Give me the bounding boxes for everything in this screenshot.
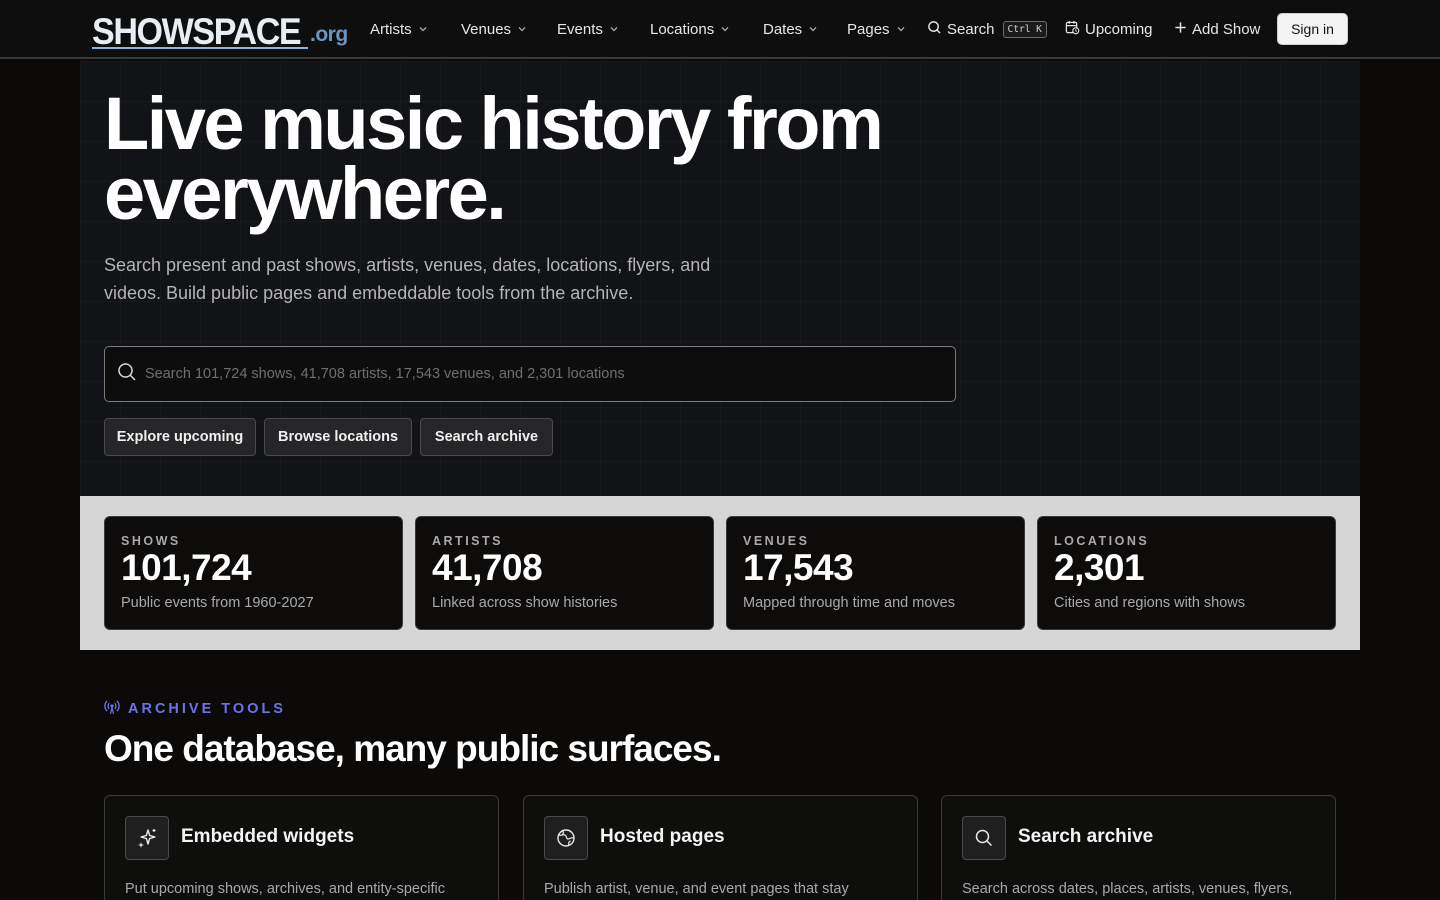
- top-navigation: SHOWSPACE .org Artists Venues Events Loc…: [0, 0, 1440, 59]
- eyebrow-label: ARCHIVE TOOLS: [128, 701, 286, 717]
- tool-description: Publish artist, venue, and event pages t…: [544, 881, 849, 897]
- stat-label: VENUES: [743, 534, 810, 548]
- stats-band: SHOWS 101,724 Public events from 1960-20…: [80, 496, 1360, 650]
- stat-value: 17,543: [743, 547, 854, 588]
- stat-label: ARTISTS: [432, 534, 503, 548]
- tool-description: Search across dates, places, artists, ve…: [962, 881, 1293, 897]
- chevron-down-icon: [720, 24, 730, 34]
- calendar-clock-icon: [1065, 20, 1080, 39]
- nav-pages-label: Pages: [847, 20, 890, 38]
- nav-upcoming-label: Upcoming: [1085, 20, 1153, 38]
- nav-search-label: Search: [947, 20, 995, 38]
- stat-card-venues: VENUES 17,543 Mapped through time and mo…: [726, 516, 1025, 630]
- hero-section: Live music history from everywhere. Sear…: [80, 61, 1360, 496]
- tool-card-embedded-widgets[interactable]: Embedded widgets Put upcoming shows, arc…: [104, 795, 499, 900]
- sparkles-icon: [125, 816, 169, 860]
- stat-description: Cities and regions with shows: [1054, 595, 1246, 611]
- stat-label: SHOWS: [121, 534, 181, 548]
- nav-events-label: Events: [557, 20, 603, 38]
- nav-locations[interactable]: Locations: [650, 18, 730, 40]
- hero-subtitle: Search present and past shows, artists, …: [104, 255, 711, 303]
- chevron-down-icon: [609, 24, 619, 34]
- nav-artists[interactable]: Artists: [370, 18, 428, 40]
- archive-tools-eyebrow: ARCHIVE TOOLS: [104, 699, 286, 719]
- nav-dates-label: Dates: [763, 20, 803, 38]
- search-icon: [117, 362, 137, 387]
- tool-card-search-archive[interactable]: Search archive Search across dates, plac…: [941, 795, 1336, 900]
- stat-card-artists: ARTISTS 41,708 Linked across show histor…: [415, 516, 714, 630]
- sign-in-button[interactable]: Sign in: [1277, 13, 1348, 45]
- tool-title: Search archive: [1018, 826, 1154, 847]
- nav-locations-label: Locations: [650, 20, 715, 38]
- logo-underline: [92, 47, 308, 49]
- tool-title: Embedded widgets: [181, 826, 355, 847]
- tool-card-hosted-pages[interactable]: Hosted pages Publish artist, venue, and …: [523, 795, 918, 900]
- nav-upcoming[interactable]: Upcoming: [1065, 18, 1153, 40]
- chevron-down-icon: [517, 24, 527, 34]
- add-show-label: Add Show: [1192, 20, 1261, 38]
- stat-description: Mapped through time and moves: [743, 595, 955, 611]
- chevron-down-icon: [896, 24, 906, 34]
- nav-events[interactable]: Events: [557, 18, 619, 40]
- stat-label: LOCATIONS: [1054, 534, 1150, 548]
- stat-card-locations: LOCATIONS 2,301 Cities and regions with …: [1037, 516, 1336, 630]
- browse-locations-button[interactable]: Browse locations: [264, 418, 412, 456]
- stat-value: 41,708: [432, 547, 543, 588]
- hero-title-line-2: everywhere.: [104, 152, 507, 235]
- keyboard-shortcut-badge: Ctrl K: [1002, 20, 1047, 38]
- search-archive-button[interactable]: Search archive: [420, 418, 553, 456]
- chevron-down-icon: [808, 24, 818, 34]
- search-icon: [962, 816, 1006, 860]
- archive-search-bar[interactable]: [104, 346, 956, 402]
- logo-wordmark: SHOWSPACE: [92, 11, 302, 52]
- nav-venues[interactable]: Venues: [461, 18, 527, 40]
- nav-artists-label: Artists: [370, 20, 412, 38]
- logo-tld: .org: [310, 23, 348, 46]
- archive-search-input[interactable]: [145, 366, 955, 382]
- stat-description: Public events from 1960-2027: [121, 595, 314, 611]
- site-logo[interactable]: SHOWSPACE .org: [92, 6, 348, 52]
- search-icon: [927, 20, 942, 39]
- section-title: One database, many public surfaces.: [104, 728, 722, 769]
- explore-upcoming-button[interactable]: Explore upcoming: [104, 418, 256, 456]
- chevron-down-icon: [418, 24, 428, 34]
- globe-icon: [544, 816, 588, 860]
- tool-title: Hosted pages: [600, 826, 725, 847]
- nav-dates[interactable]: Dates: [763, 18, 818, 40]
- hero-title: Live music history from everywhere.: [104, 87, 1004, 231]
- stat-card-shows: SHOWS 101,724 Public events from 1960-20…: [104, 516, 403, 630]
- stat-description: Linked across show histories: [432, 595, 618, 611]
- broadcast-icon: [104, 699, 120, 719]
- nav-search-button[interactable]: Search Ctrl K: [927, 18, 1047, 40]
- add-show-button[interactable]: Add Show: [1174, 18, 1260, 40]
- stat-value: 2,301: [1054, 547, 1145, 588]
- nav-venues-label: Venues: [461, 20, 512, 38]
- plus-icon: [1174, 21, 1187, 38]
- stat-value: 101,724: [121, 547, 252, 588]
- nav-pages[interactable]: Pages: [847, 18, 906, 40]
- tool-description: Put upcoming shows, archives, and entity…: [125, 881, 445, 897]
